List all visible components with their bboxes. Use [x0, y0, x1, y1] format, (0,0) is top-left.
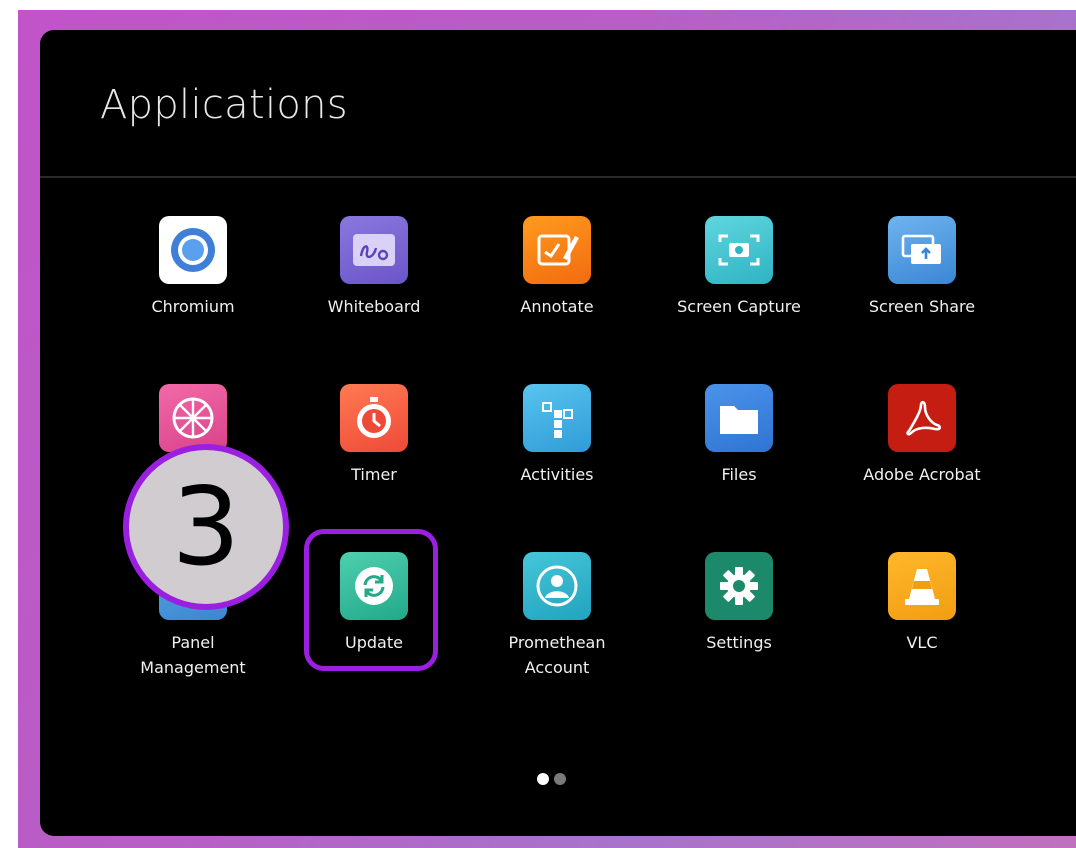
- app-label: Chromium: [151, 297, 235, 316]
- app-label: Screen Capture: [677, 297, 801, 316]
- app-whiteboard[interactable]: Whiteboard: [299, 216, 449, 319]
- app-label: Adobe Acrobat: [863, 465, 981, 484]
- header-divider: [40, 176, 1076, 178]
- app-annotate[interactable]: Annotate: [482, 216, 632, 319]
- app-settings[interactable]: Settings: [664, 552, 814, 655]
- app-label: Files: [721, 465, 757, 484]
- activities-icon: [523, 384, 591, 452]
- app-files[interactable]: Files: [664, 384, 814, 487]
- screen-share-icon: [888, 216, 956, 284]
- chromium-icon: [159, 216, 227, 284]
- app-label: Activities: [520, 465, 594, 484]
- account-icon: [523, 552, 591, 620]
- app-chromium[interactable]: Chromium: [118, 216, 268, 319]
- whiteboard-icon: [340, 216, 408, 284]
- app-timer[interactable]: Timer: [299, 384, 449, 487]
- app-label: Promethean Account: [482, 630, 632, 680]
- app-label: Annotate: [520, 297, 594, 316]
- app-label: Screen Share: [868, 297, 976, 316]
- applications-panel: Applications Chromium Whiteboard Annotat…: [40, 30, 1076, 836]
- step-number-badge: 3: [123, 444, 289, 610]
- app-label-line: Promethean: [508, 633, 606, 652]
- screen-capture-icon: [705, 216, 773, 284]
- acrobat-icon: [888, 384, 956, 452]
- app-screen-capture[interactable]: Screen Capture: [664, 216, 814, 319]
- page-dot[interactable]: [554, 773, 566, 785]
- page-title: Applications: [100, 82, 348, 128]
- folder-icon: [705, 384, 773, 452]
- app-activities[interactable]: Activities: [482, 384, 632, 487]
- vlc-cone-icon: [888, 552, 956, 620]
- annotate-icon: [523, 216, 591, 284]
- gear-icon: [705, 552, 773, 620]
- app-label: Timer: [351, 465, 397, 484]
- app-label: VLC: [906, 633, 938, 652]
- app-label-line: Management: [140, 658, 246, 677]
- page-dot-active[interactable]: [537, 773, 549, 785]
- app-label: Settings: [706, 633, 772, 652]
- app-promethean-account[interactable]: Promethean Account: [482, 552, 632, 680]
- update-highlight-box: [304, 529, 438, 671]
- app-label: Panel Management: [118, 630, 268, 680]
- timer-icon: [340, 384, 408, 452]
- app-label: Whiteboard: [327, 297, 421, 316]
- app-vlc[interactable]: VLC: [847, 552, 997, 655]
- app-adobe-acrobat[interactable]: Adobe Acrobat: [847, 384, 997, 487]
- app-screen-share[interactable]: Screen Share: [847, 216, 997, 319]
- app-label-line: Account: [524, 658, 590, 677]
- app-label-line: Panel: [171, 633, 215, 652]
- spinner-icon: [159, 384, 227, 452]
